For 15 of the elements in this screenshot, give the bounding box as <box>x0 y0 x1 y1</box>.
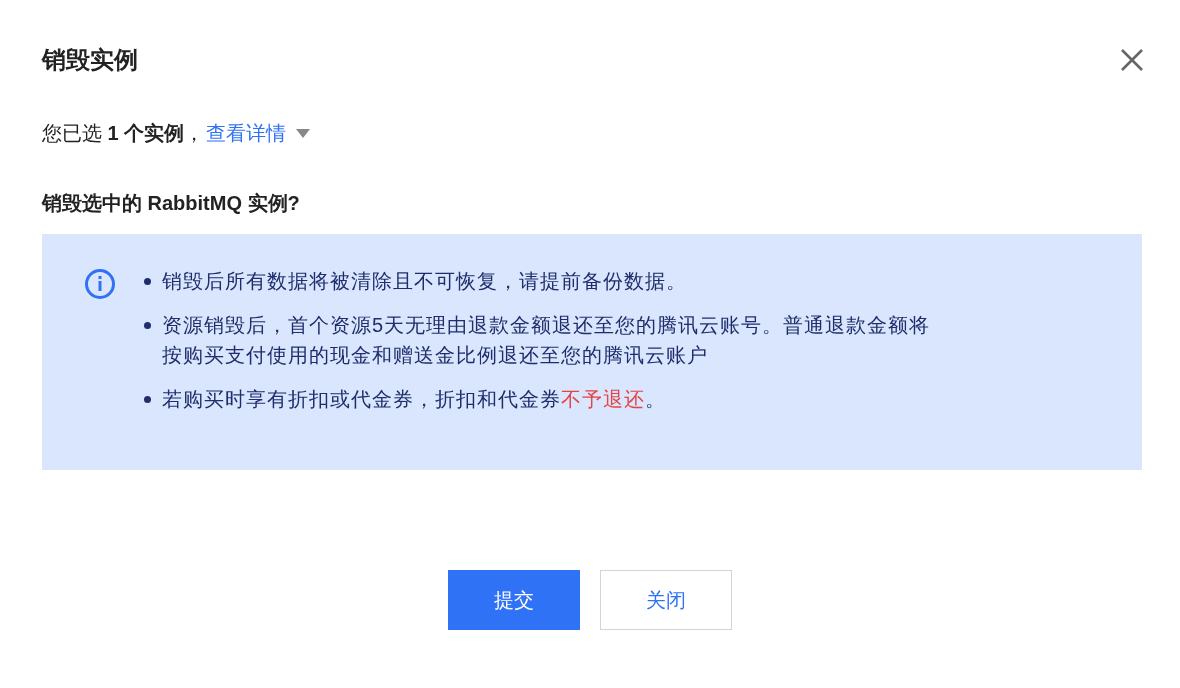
bullet-icon <box>144 396 151 403</box>
notice-text: 若购买时享有折扣或代金券，折扣和代金券不予退还。 <box>162 387 667 412</box>
selection-summary: 您已选 1 个实例， <box>42 121 205 146</box>
bullet-icon <box>144 322 151 329</box>
details-link[interactable]: 查看详情 <box>206 118 287 148</box>
caret-icon <box>296 128 311 138</box>
info-icon <box>84 268 116 300</box>
confirm-question: 销毁选中的 RabbitMQ 实例? <box>42 191 301 216</box>
notice-text: 销毁后所有数据将被清除且不可恢复，请提前备份数据。 <box>162 269 688 294</box>
dialog-title: 销毁实例 <box>42 45 138 75</box>
bullet-icon <box>144 278 151 285</box>
close-icon <box>1120 48 1144 72</box>
notice-text: 资源销毁后，首个资源5天无理由退款金额退还至您的腾讯云账号。普通退款金额将按购买支付使用的现金和赠送金比例退还至您的腾讯云账户 <box>162 313 932 368</box>
close-dialog-button[interactable]: 关闭 <box>600 570 732 630</box>
submit-button[interactable]: 提交 <box>448 570 580 630</box>
